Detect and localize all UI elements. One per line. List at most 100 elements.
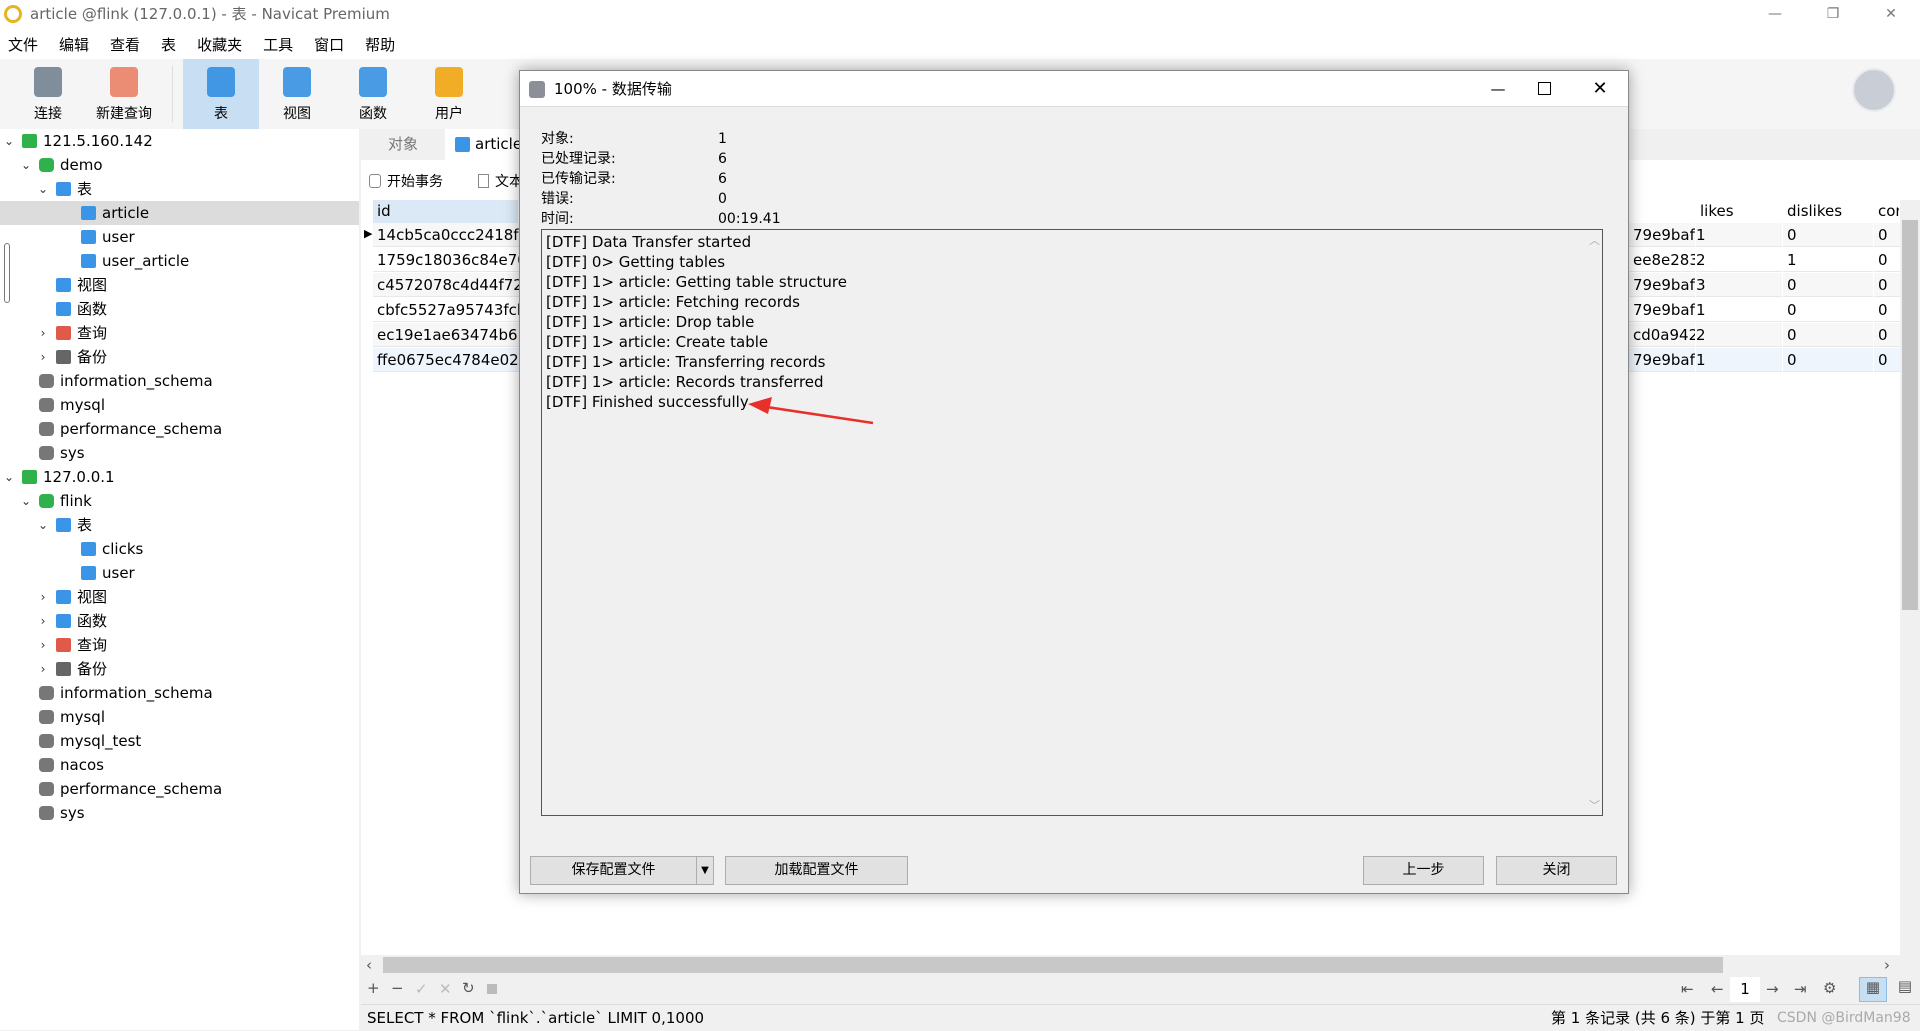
stop-icon[interactable] (487, 984, 497, 994)
tree-item[interactable]: user (0, 225, 359, 249)
prev-page-icon[interactable]: ← (1711, 980, 1724, 998)
chevron-right-icon[interactable]: › (36, 321, 50, 345)
column-header-id[interactable]: id (373, 200, 519, 223)
tree-item[interactable]: ⌄ demo (0, 153, 359, 177)
grid-cell-c[interactable]: 0 (1874, 273, 1900, 297)
horizontal-scrollbar[interactable]: ‹ › (361, 955, 1920, 975)
chevron-down-icon[interactable]: ⌄ (36, 513, 50, 537)
grid-cell-dislikes[interactable]: 0 (1783, 273, 1873, 297)
menu-item[interactable]: 文件 (0, 34, 51, 55)
tree-item[interactable]: user (0, 561, 359, 585)
chevron-right-icon[interactable]: › (36, 609, 50, 633)
grid-cell-id[interactable]: 1759c18036c84e70 (373, 248, 519, 272)
tree-item[interactable]: › 查询 (0, 321, 359, 345)
tree-item[interactable]: ⌄ 表 (0, 513, 359, 537)
discard-icon[interactable]: ✕ (439, 980, 452, 998)
user-avatar[interactable] (1852, 68, 1896, 112)
restore-button[interactable]: ❐ (1804, 0, 1862, 29)
chevron-down-icon[interactable]: ⌄ (2, 129, 16, 153)
chevron-down-icon[interactable]: ⌄ (19, 153, 33, 177)
tree-item[interactable]: sys (0, 441, 359, 465)
close-window-button[interactable]: ✕ (1862, 0, 1920, 29)
tree-item[interactable]: › 备份 (0, 657, 359, 681)
menu-item[interactable]: 查看 (102, 34, 153, 55)
grid-cell-id[interactable]: cbfc5527a95743fcb (373, 298, 519, 322)
tree-item[interactable]: ⌄ flink (0, 489, 359, 513)
tree-item[interactable]: › 备份 (0, 345, 359, 369)
scroll-left-icon[interactable]: ‹ (366, 956, 372, 974)
begin-transaction-button[interactable]: 开始事务 (387, 171, 443, 191)
tree-item[interactable]: sys (0, 801, 359, 825)
toolbar-new-query-button[interactable]: 新建查询 (86, 59, 162, 129)
toolbar-view-button[interactable]: 视图 (259, 59, 335, 129)
menu-item[interactable]: 编辑 (51, 34, 102, 55)
tree-item[interactable]: information_schema (0, 681, 359, 705)
log-scroll-down[interactable]: ﹀ (1589, 797, 1600, 813)
previous-button[interactable]: 上一步 (1363, 856, 1484, 885)
grid-cell-mid[interactable]: ee8e283f: (1629, 248, 1695, 272)
chevron-right-icon[interactable]: › (36, 657, 50, 681)
last-page-icon[interactable]: ⇥ (1794, 980, 1807, 998)
tree-item[interactable]: 函数 (0, 297, 359, 321)
scroll-right-icon[interactable]: › (1884, 956, 1890, 974)
tree-item[interactable]: mysql_test (0, 729, 359, 753)
column-header-likes[interactable]: likes (1696, 200, 1782, 223)
grid-cell-c[interactable]: 0 (1874, 348, 1900, 372)
grid-cell-c[interactable]: 0 (1874, 223, 1900, 247)
chevron-down-icon[interactable]: ⌄ (19, 489, 33, 513)
save-profile-button[interactable]: 保存配置文件 (530, 856, 697, 885)
grid-cell-mid[interactable]: 79e9baf3: (1629, 273, 1695, 297)
grid-cell-id[interactable]: ffe0675ec4784e02a (373, 348, 519, 372)
chevron-right-icon[interactable]: › (36, 585, 50, 609)
tree-item[interactable]: ⌄ 127.0.0.1 (0, 465, 359, 489)
tree-item[interactable]: ⌄ 121.5.160.142 (0, 129, 359, 153)
grid-cell-c[interactable]: 0 (1874, 248, 1900, 272)
settings-gear-icon[interactable]: ⚙ (1823, 979, 1836, 997)
grid-cell-dislikes[interactable]: 0 (1783, 323, 1873, 347)
grid-cell-id[interactable]: 14cb5ca0ccc2418fa (373, 223, 519, 247)
menu-item[interactable]: 收藏夹 (189, 34, 255, 55)
grid-cell-likes[interactable]: 2 (1696, 323, 1782, 347)
tree-item[interactable]: performance_schema (0, 777, 359, 801)
delete-record-icon[interactable]: − (391, 979, 404, 997)
grid-cell-c[interactable]: 0 (1874, 298, 1900, 322)
vertical-scrollbar[interactable] (1900, 200, 1920, 955)
tree-item[interactable]: › 函数 (0, 609, 359, 633)
next-page-icon[interactable]: → (1766, 980, 1779, 998)
grid-cell-c[interactable]: 0 (1874, 323, 1900, 347)
add-record-icon[interactable]: + (367, 979, 380, 997)
refresh-icon[interactable]: ↻ (462, 979, 475, 997)
menu-item[interactable]: 表 (153, 34, 189, 55)
grid-cell-likes[interactable]: 3 (1696, 273, 1782, 297)
grid-cell-dislikes[interactable]: 0 (1783, 348, 1873, 372)
grid-cell-mid[interactable]: 79e9baf3: (1629, 348, 1695, 372)
grid-cell-id[interactable]: c4572078c4d44f72 (373, 273, 519, 297)
toolbar-plug-button[interactable]: 连接 (10, 59, 86, 129)
grid-cell-dislikes[interactable]: 0 (1783, 223, 1873, 247)
tree-item[interactable]: information_schema (0, 369, 359, 393)
tree-item[interactable]: 视图 (0, 273, 359, 297)
grid-cell-likes[interactable]: 1 (1696, 348, 1782, 372)
hscroll-thumb[interactable] (383, 957, 1723, 973)
tree-item[interactable]: mysql (0, 705, 359, 729)
grid-cell-likes[interactable]: 1 (1696, 298, 1782, 322)
tab-objects[interactable]: 对象 (361, 129, 445, 160)
grid-cell-id[interactable]: ec19e1ae63474b61 (373, 323, 519, 347)
scroll-thumb[interactable] (1902, 220, 1918, 610)
menu-item[interactable]: 帮助 (357, 34, 408, 55)
minimize-button[interactable]: — (1746, 0, 1804, 29)
tree-item[interactable]: user_article (0, 249, 359, 273)
chevron-down-icon[interactable]: ⌄ (36, 177, 50, 201)
column-header-dislikes[interactable]: dislikes (1783, 200, 1873, 223)
tree-item[interactable]: nacos (0, 753, 359, 777)
first-page-icon[interactable]: ⇤ (1681, 980, 1694, 998)
menu-item[interactable]: 工具 (255, 34, 306, 55)
tree-item[interactable]: ⌄ 表 (0, 177, 359, 201)
chevron-right-icon[interactable]: › (36, 633, 50, 657)
toolbar-function-button[interactable]: 函数 (335, 59, 411, 129)
form-view-icon[interactable]: ▤ (1891, 977, 1919, 1002)
tree-item[interactable]: › 视图 (0, 585, 359, 609)
grid-view-icon[interactable]: ▦ (1859, 977, 1887, 1002)
chevron-right-icon[interactable]: › (36, 345, 50, 369)
apply-icon[interactable]: ✓ (415, 980, 428, 998)
